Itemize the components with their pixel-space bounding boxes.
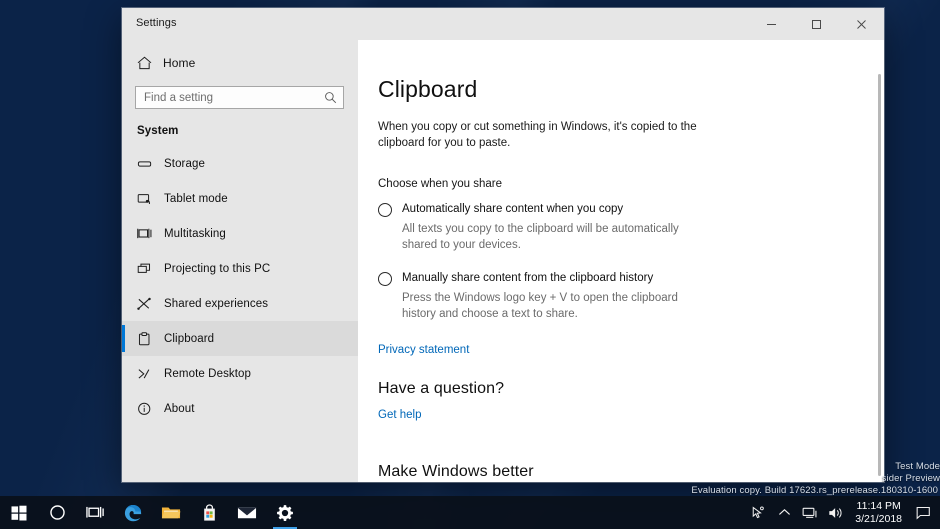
get-help-link[interactable]: Get help [378,409,421,421]
sidebar-item-storage[interactable]: Storage [122,146,358,181]
clipboard-settings-page: Clipboard When you copy or cut something… [358,40,884,482]
sidebar-item-label: Shared experiences [164,297,269,310]
sidebar-home-label: Home [163,56,196,70]
search-box[interactable] [135,86,344,109]
watermark-line-2: sider Preview [881,473,940,484]
settings-window: Settings Home Find a setting System Stor… [122,8,884,482]
sidebar-item-label: Clipboard [164,332,215,345]
chevron-up-icon[interactable] [771,496,797,529]
store-button[interactable] [190,496,228,529]
windows-activation-watermark: Test Mode sider Preview Evaluation copy.… [691,461,940,496]
remote-desktop-icon [137,367,164,381]
window-titlebar[interactable]: Settings [122,8,884,40]
sidebar-item-label: Storage [164,157,205,170]
sidebar-item-label: About [164,402,195,415]
sidebar-item-label: Tablet mode [164,192,228,205]
have-a-question-heading: Have a question? [378,380,505,397]
sidebar-item-label: Multitasking [164,227,226,240]
edge-icon [123,503,143,523]
sidebar-item-projecting-to-this-pc[interactable]: Projecting to this PC [122,251,358,286]
minimize-button[interactable] [749,8,794,40]
sidebar-item-shared-experiences[interactable]: Shared experiences [122,286,358,321]
radio-button-automatic[interactable] [378,203,392,217]
scrollbar-thumb[interactable] [878,74,881,476]
close-button[interactable] [839,8,884,40]
desktop: Settings Home Find a setting System Stor… [0,0,940,529]
home-icon [137,56,163,70]
radio-option-manual[interactable]: Manually share content from the clipboar… [378,271,884,286]
sidebar-item-home[interactable]: Home [122,48,358,78]
storage-icon [137,157,164,171]
taskbar-buttons [0,496,304,529]
radio-label-automatic: Automatically share content when you cop… [402,203,624,215]
page-description: When you copy or cut something in Window… [378,121,697,149]
system-tray: 11:14 PM 3/21/2018 [745,496,940,529]
maximize-button[interactable] [794,8,839,40]
sidebar-item-label: Remote Desktop [164,367,252,380]
clock-date: 3/21/2018 [855,512,902,525]
radio-label-manual: Manually share content from the clipboar… [402,272,654,284]
radio-button-manual[interactable] [378,272,392,286]
folder-icon [161,504,181,521]
clipboard-icon [137,331,164,346]
sidebar-item-tablet-mode[interactable]: Tablet mode [122,181,358,216]
action-center-icon[interactable] [910,496,936,529]
gear-icon [276,504,294,522]
remote-pointer-icon[interactable] [745,496,771,529]
radio-description-manual: Press the Windows logo key + V to open t… [402,292,678,320]
settings-button[interactable] [266,496,304,529]
sidebar-item-clipboard[interactable]: Clipboard [122,321,358,356]
multitasking-icon [137,227,164,241]
cortana-circle-icon [49,504,66,521]
edge-button[interactable] [114,496,152,529]
windows-logo-icon [11,505,27,521]
projecting-icon [137,262,164,276]
search-icon[interactable] [324,91,339,104]
radio-description-automatic: All texts you copy to the clipboard will… [402,223,679,251]
window-body: Home System [122,40,884,482]
make-windows-better-heading: Make Windows better [378,463,534,480]
store-bag-icon [201,503,218,522]
sidebar-nav-list: Storage Tablet mode Multitasking Project… [122,146,358,426]
sidebar-item-remote-desktop[interactable]: Remote Desktop [122,356,358,391]
info-icon [137,402,164,416]
sidebar-item-about[interactable]: About [122,391,358,426]
radio-option-automatic[interactable]: Automatically share content when you cop… [378,202,884,217]
content-scrollbar[interactable] [878,74,881,482]
settings-content-pane: Clipboard When you copy or cut something… [358,40,884,482]
watermark-line-1: Test Mode [895,461,940,472]
volume-icon[interactable] [823,496,849,529]
cortana-button[interactable] [38,496,76,529]
taskbar-clock[interactable]: 11:14 PM 3/21/2018 [849,500,910,526]
sidebar-item-multitasking[interactable]: Multitasking [122,216,358,251]
start-button[interactable] [0,496,38,529]
taskbar: 11:14 PM 3/21/2018 [0,496,940,529]
window-title: Settings [136,17,177,29]
sidebar-search-wrap [122,86,358,109]
tablet-mode-icon [137,192,164,206]
mail-button[interactable] [228,496,266,529]
sidebar-item-label: Projecting to this PC [164,262,271,275]
network-icon[interactable] [797,496,823,529]
shared-experiences-icon [137,297,164,311]
task-view-icon [85,505,105,521]
task-view-button[interactable] [76,496,114,529]
settings-sidebar: Home System [122,40,358,482]
search-input[interactable] [144,87,324,108]
window-controls [749,8,884,40]
page-title: Clipboard [378,76,478,102]
file-explorer-button[interactable] [152,496,190,529]
clock-time: 11:14 PM [856,499,901,512]
sidebar-section-title: System [137,125,179,137]
choose-when-you-share-label: Choose when you share [378,178,503,190]
mail-envelope-icon [237,505,257,520]
privacy-statement-link[interactable]: Privacy statement [378,344,469,356]
